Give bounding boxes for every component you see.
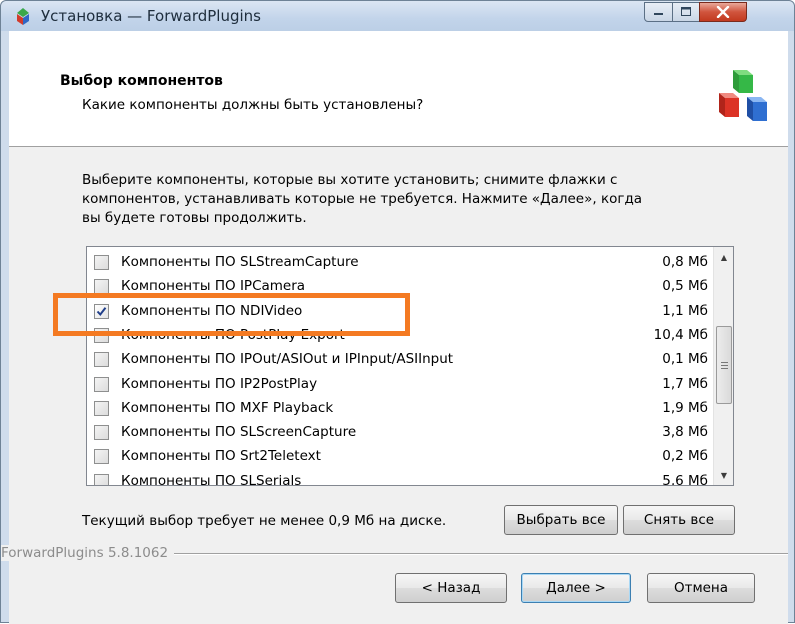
component-row[interactable]: Компоненты ПО SLScreenCapture 3,8 Мб — [87, 421, 712, 445]
component-size: 1,1 Мб — [662, 302, 708, 319]
page-title: Выбор компонентов — [60, 73, 223, 89]
title-bar[interactable]: Установка — ForwardPlugins — [1, 1, 794, 31]
component-size: 1,7 Мб — [662, 375, 708, 392]
component-size: 0,1 Мб — [662, 351, 708, 368]
component-checkbox[interactable] — [94, 376, 109, 392]
component-checkbox[interactable] — [94, 352, 109, 368]
maximize-button[interactable] — [672, 2, 700, 22]
component-label: Компоненты ПО SLStreamCapture — [121, 254, 359, 270]
scroll-down-icon: ▼ — [720, 470, 728, 480]
component-row[interactable]: Компоненты ПО SLStreamCapture 0,8 Мб — [87, 251, 712, 275]
component-checkbox[interactable] — [94, 255, 109, 270]
component-label: Компоненты ПО IPCamera — [121, 278, 306, 295]
component-size: 3,8 Мб — [662, 424, 708, 441]
component-row[interactable]: Компоненты ПО IPOut/ASIOut и IPInput/ASI… — [87, 348, 712, 372]
scroll-up-button[interactable]: ▲ — [714, 247, 733, 267]
component-label: Компоненты ПО SLSerials — [121, 472, 302, 486]
list-scrollbar[interactable]: ▲ ▼ — [713, 247, 733, 485]
select-all-button[interactable]: Выбрать все — [504, 505, 618, 535]
disk-space-status: Текущий выбор требует не менее 0,9 Мб на… — [82, 513, 447, 529]
app-icon — [17, 8, 29, 25]
component-checkbox[interactable] — [94, 425, 109, 441]
next-button[interactable]: Далее > — [521, 573, 631, 603]
instructions-line: компонентов, устанавливать которые не тр… — [82, 191, 643, 207]
scroll-up-icon: ▲ — [720, 252, 728, 262]
components-list[interactable]: Компоненты ПО SLStreamCapture 0,8 Мб Компо… — [86, 246, 734, 486]
installer-window: Установка — ForwardPlugins Выбор компоне… — [0, 0, 795, 624]
highlight-annotation — [53, 293, 410, 336]
instructions-text: Выберите компоненты, которые вы хотите у… — [82, 171, 732, 228]
back-button[interactable]: < Назад — [395, 573, 507, 603]
component-size: 0,2 Мб — [662, 448, 708, 465]
clear-all-button[interactable]: Снять все — [623, 505, 735, 535]
component-row[interactable]: Компоненты ПО IP2PostPlay 1,7 Мб — [87, 373, 712, 397]
minimize-button[interactable] — [644, 2, 673, 22]
grip-icon — [720, 361, 728, 369]
component-size: 5,6 Мб — [662, 472, 708, 486]
component-row[interactable]: Компоненты ПО SLSerials 5,6 Мб — [87, 470, 712, 486]
close-icon — [716, 6, 730, 18]
component-checkbox[interactable] — [94, 473, 109, 485]
instructions-line: Выберите компоненты, которые вы хотите у… — [82, 172, 618, 188]
component-label: Компоненты ПО IP2PostPlay — [121, 375, 318, 392]
component-label: Компоненты ПО MXF Playback — [121, 399, 334, 416]
window-title: Установка — ForwardPlugins — [41, 7, 261, 25]
component-label: Компоненты ПО IPOut/ASIOut и IPInput/ASI… — [121, 351, 454, 368]
dialog-client-area: Выбор компонентов Какие компоненты должн… — [1, 31, 788, 624]
component-checkbox[interactable] — [94, 449, 109, 465]
component-size: 0,8 Мб — [662, 254, 708, 270]
page-subtitle: Какие компоненты должны быть установлены… — [82, 97, 424, 113]
component-row[interactable]: Компоненты ПО MXF Playback 1,9 Мб — [87, 397, 712, 421]
minimize-icon — [653, 13, 663, 15]
maximize-icon — [680, 7, 691, 16]
version-label: ForwardPlugins 5.8.1062 — [1, 545, 175, 561]
component-size: 10,4 Мб — [653, 326, 708, 343]
components-cubes-icon — [719, 70, 767, 121]
component-label: Компоненты ПО Srt2Teletext — [121, 448, 321, 465]
component-label: Компоненты ПО SLScreenCapture — [121, 424, 357, 441]
brand-divider: ForwardPlugins 5.8.1062 — [1, 545, 788, 561]
component-size: 1,9 Мб — [662, 399, 708, 416]
component-row[interactable]: Компоненты ПО Srt2Teletext 0,2 Мб — [87, 445, 712, 469]
close-button[interactable] — [699, 2, 747, 22]
component-size: 0,5 Мб — [662, 278, 708, 295]
wizard-header: Выбор компонентов Какие компоненты должн… — [9, 31, 788, 147]
component-checkbox[interactable] — [94, 400, 109, 416]
scroll-thumb[interactable] — [716, 326, 732, 404]
scroll-down-button[interactable]: ▼ — [714, 465, 733, 485]
cancel-button[interactable]: Отмена — [647, 573, 755, 603]
instructions-line: вы будете готовы продолжить. — [82, 210, 307, 226]
